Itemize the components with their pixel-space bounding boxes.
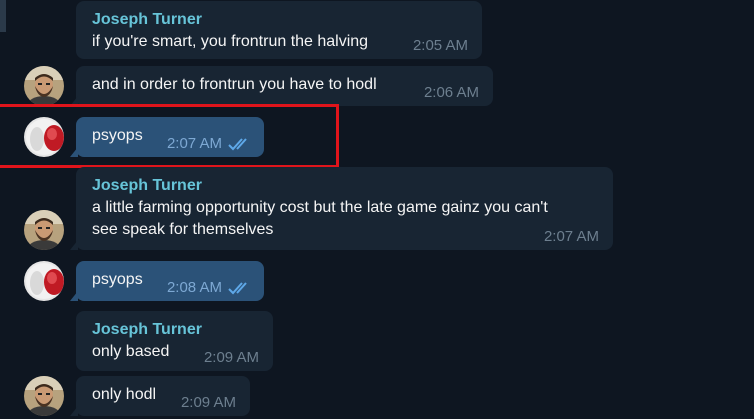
message-bubble[interactable]: Joseph Turner only based 2:09 AM	[76, 311, 273, 371]
bearded-man-avatar-icon	[24, 210, 64, 250]
avatar-joseph-turner[interactable]	[24, 66, 64, 106]
message-bubble[interactable]: Joseph Turner if you're smart, you front…	[76, 1, 482, 59]
highlight-annotation-box	[0, 104, 339, 168]
avatar-joseph-turner[interactable]	[24, 210, 64, 250]
chat-history[interactable]: Joseph Turner if you're smart, you front…	[0, 0, 754, 419]
avatar-self[interactable]	[24, 261, 64, 301]
sender-name[interactable]: Joseph Turner	[92, 319, 259, 341]
bearded-man-avatar-icon	[24, 376, 64, 416]
message-text: only hodl	[92, 386, 157, 403]
bubble-tail	[70, 406, 78, 416]
scrollbar-strip	[0, 0, 6, 32]
bearded-man-avatar-icon	[24, 66, 64, 106]
sender-name[interactable]: Joseph Turner	[92, 9, 468, 31]
message-bubble[interactable]: Joseph Turner a little farming opportuni…	[70, 167, 613, 250]
message-time: 2:09 AM	[203, 349, 259, 366]
red-pill-avatar-icon	[24, 261, 64, 301]
message-time: 2:07 AM	[543, 228, 599, 245]
message-bubble[interactable]: and in order to frontrun you have to hod…	[70, 66, 493, 106]
avatar-joseph-turner[interactable]	[24, 376, 64, 416]
bubble-tail	[70, 240, 78, 250]
message-text: a little farming opportunity cost but th…	[92, 199, 548, 238]
sender-name[interactable]: Joseph Turner	[92, 175, 599, 197]
message-time: 2:09 AM	[180, 394, 236, 411]
message-text: psyops	[92, 271, 143, 288]
message-bubble-outgoing[interactable]: psyops 2:08 AM	[70, 261, 264, 301]
message-time: 2:06 AM	[423, 84, 479, 101]
message-text: if you're smart, you frontrun the halvin…	[92, 33, 369, 50]
message-text: only based	[92, 343, 170, 360]
message-text: and in order to frontrun you have to hod…	[92, 76, 377, 93]
message-time: 2:05 AM	[412, 37, 468, 54]
bubble-tail	[70, 291, 78, 301]
message-time: 2:08 AM	[166, 279, 222, 296]
message-bubble[interactable]: only hodl 2:09 AM	[70, 376, 250, 416]
double-check-icon	[228, 282, 247, 295]
